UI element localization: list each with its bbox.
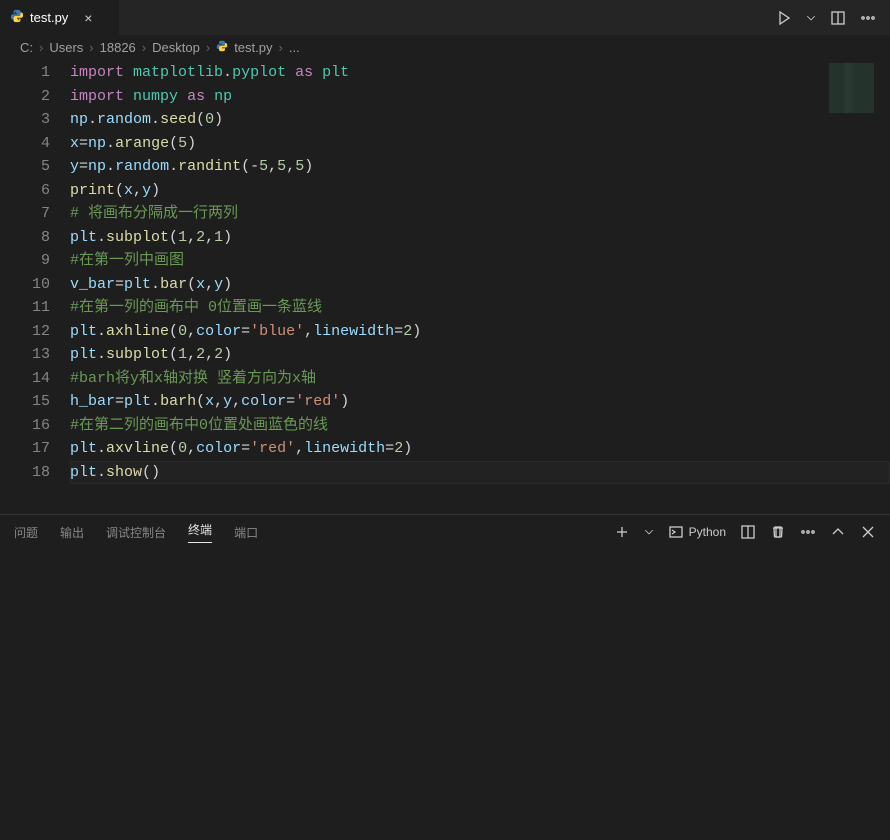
split-terminal-icon[interactable]	[740, 524, 756, 540]
editor-tab-active[interactable]: test.py ×	[0, 0, 120, 35]
code-line[interactable]: h_bar=plt.barh(x,y,color='red')	[70, 390, 890, 414]
split-editor-icon[interactable]	[830, 10, 846, 26]
code-line[interactable]: import matplotlib.pyplot as plt	[70, 61, 890, 85]
breadcrumb-file[interactable]: test.py	[234, 40, 272, 55]
line-number: 15	[0, 390, 50, 414]
line-number: 7	[0, 202, 50, 226]
breadcrumb-part[interactable]: C:	[20, 40, 33, 55]
line-number: 8	[0, 226, 50, 250]
line-number: 9	[0, 249, 50, 273]
minimap[interactable]	[829, 63, 874, 113]
more-actions-icon[interactable]	[860, 10, 876, 26]
chevron-right-icon: ›	[206, 40, 210, 55]
line-number: 1	[0, 61, 50, 85]
code-line[interactable]: x=np.arange(5)	[70, 132, 890, 156]
line-number: 5	[0, 155, 50, 179]
launch-profile[interactable]: Python	[668, 524, 726, 540]
python-icon	[10, 9, 24, 26]
code-line[interactable]: plt.subplot(1,2,2)	[70, 343, 890, 367]
chevron-right-icon: ›	[89, 40, 93, 55]
code-line[interactable]: import numpy as np	[70, 85, 890, 109]
run-dropdown-icon[interactable]	[806, 13, 816, 23]
code-line[interactable]: #barh将y和x轴对换 竖着方向为x轴	[70, 367, 890, 391]
code-line[interactable]: plt.subplot(1,2,1)	[70, 226, 890, 250]
editor-toolbar	[776, 0, 890, 35]
python-icon	[216, 40, 228, 55]
launch-profile-label: Python	[689, 525, 726, 539]
panel-tab-problems[interactable]: 问题	[14, 524, 38, 541]
code-line[interactable]: #在第二列的画布中0位置处画蓝色的线	[70, 414, 890, 438]
line-number: 6	[0, 179, 50, 203]
line-number: 4	[0, 132, 50, 156]
panel-tab-output[interactable]: 输出	[60, 524, 84, 541]
breadcrumb-part[interactable]: 18826	[100, 40, 136, 55]
line-number: 18	[0, 461, 50, 485]
line-number-gutter: 123456789101112131415161718	[0, 59, 70, 514]
panel-tab-ports[interactable]: 端口	[234, 524, 258, 541]
line-number: 17	[0, 437, 50, 461]
code-content[interactable]: import matplotlib.pyplot as pltimport nu…	[70, 59, 890, 514]
breadcrumb-tail[interactable]: ...	[289, 40, 300, 55]
line-number: 13	[0, 343, 50, 367]
editor-tab-bar: test.py ×	[0, 0, 890, 35]
chevron-right-icon: ›	[278, 40, 282, 55]
tab-filename: test.py	[30, 10, 68, 25]
line-number: 14	[0, 367, 50, 391]
line-number: 16	[0, 414, 50, 438]
terminal-body[interactable]	[0, 549, 890, 838]
line-number: 2	[0, 85, 50, 109]
line-number: 12	[0, 320, 50, 344]
panel-tab-terminal[interactable]: 终端	[188, 521, 212, 543]
bottom-panel: 问题 输出 调试控制台 终端 端口 Python	[0, 514, 890, 838]
code-line[interactable]: v_bar=plt.bar(x,y)	[70, 273, 890, 297]
run-button[interactable]	[776, 10, 792, 26]
code-line[interactable]: plt.axvline(0,color='red',linewidth=2)	[70, 437, 890, 461]
code-line[interactable]: print(x,y)	[70, 179, 890, 203]
code-line[interactable]: y=np.random.randint(-5,5,5)	[70, 155, 890, 179]
code-line[interactable]: plt.show()	[70, 461, 890, 485]
code-editor[interactable]: 123456789101112131415161718 import matpl…	[0, 59, 890, 514]
kill-terminal-icon[interactable]	[770, 524, 786, 540]
panel-tab-debug-console[interactable]: 调试控制台	[106, 524, 166, 541]
code-line[interactable]: plt.axhline(0,color='blue',linewidth=2)	[70, 320, 890, 344]
close-tab-icon[interactable]: ×	[84, 10, 92, 26]
code-line[interactable]: np.random.seed(0)	[70, 108, 890, 132]
breadcrumb[interactable]: C: › Users › 18826 › Desktop › test.py › ...	[0, 35, 890, 59]
chevron-right-icon: ›	[142, 40, 146, 55]
line-number: 3	[0, 108, 50, 132]
code-line[interactable]: # 将画布分隔成一行两列	[70, 202, 890, 226]
breadcrumb-part[interactable]: Desktop	[152, 40, 200, 55]
panel-actions: Python	[614, 524, 876, 540]
terminal-dropdown-icon[interactable]	[644, 527, 654, 537]
maximize-panel-icon[interactable]	[830, 524, 846, 540]
chevron-right-icon: ›	[39, 40, 43, 55]
new-terminal-icon[interactable]	[614, 524, 630, 540]
code-line[interactable]: #在第一列中画图	[70, 249, 890, 273]
panel-tab-bar: 问题 输出 调试控制台 终端 端口 Python	[0, 515, 890, 549]
code-line[interactable]: #在第一列的画布中 0位置画一条蓝线	[70, 296, 890, 320]
close-panel-icon[interactable]	[860, 524, 876, 540]
breadcrumb-part[interactable]: Users	[49, 40, 83, 55]
line-number: 11	[0, 296, 50, 320]
more-panel-actions-icon[interactable]	[800, 524, 816, 540]
line-number: 10	[0, 273, 50, 297]
